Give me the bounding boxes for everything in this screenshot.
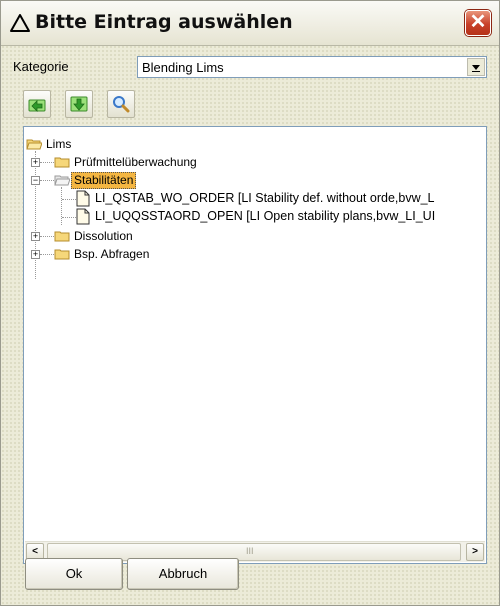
tree-line [62,199,76,200]
dialog-window: Bitte Eintrag auswählen ✕ Kategorie Blen… [0,0,500,606]
tree-line [40,162,54,163]
expand-all-button[interactable] [65,90,93,118]
tree-node-label: Stabilitäten [71,172,137,189]
tree-node-label: LI_UQQSSTAORD_OPEN [LI Open stability pl… [95,209,436,223]
ok-button[interactable]: Ok [25,558,123,590]
chevron-down-icon[interactable] [467,58,485,76]
tree-node-label: Dissolution [74,229,133,243]
expand-icon [70,96,88,112]
collapse-minus-icon[interactable]: − [31,176,40,185]
document-icon [76,190,90,207]
window-title: Bitte Eintrag auswählen [35,11,293,33]
expand-plus-icon[interactable]: + [31,158,40,167]
tree-node-label: Bsp. Abfragen [74,247,150,261]
category-value: Blending Lims [142,60,224,75]
tree-line [40,180,54,181]
scroll-right-button[interactable]: > [466,543,484,561]
category-label: Kategorie [13,59,69,74]
title-bar[interactable]: Bitte Eintrag auswählen ✕ [1,1,499,46]
folder-icon [54,249,70,260]
search-icon [113,96,130,113]
tree-node-label: Lims [46,137,72,151]
search-button[interactable] [107,90,135,118]
tree-line [35,151,36,279]
collapse-all-button[interactable] [23,90,51,118]
close-button[interactable]: ✕ [465,10,491,36]
tree-line [40,236,54,237]
folder-open-icon [54,175,70,186]
document-icon [76,208,90,225]
tree-node-label: LI_QSTAB_WO_ORDER [LI Stability def. wit… [95,191,435,205]
expand-plus-icon[interactable]: + [31,250,40,259]
entry-tree[interactable]: Lims + Prüfmittelüberwachung − Stabilitä… [23,126,487,564]
folder-icon [54,231,70,242]
cancel-button[interactable]: Abbruch [127,558,239,590]
tree-line [62,217,76,218]
expand-plus-icon[interactable]: + [31,232,40,241]
collapse-icon [28,99,46,112]
tree-node-label: Prüfmittelüberwachung [74,155,197,169]
folder-icon [54,157,70,168]
tree-line [40,254,54,255]
scroll-grip: III [246,546,254,556]
category-select[interactable]: Blending Lims [137,56,487,78]
tree-line [61,187,62,225]
folder-open-icon [26,139,42,150]
warning-triangle-icon [10,14,30,32]
